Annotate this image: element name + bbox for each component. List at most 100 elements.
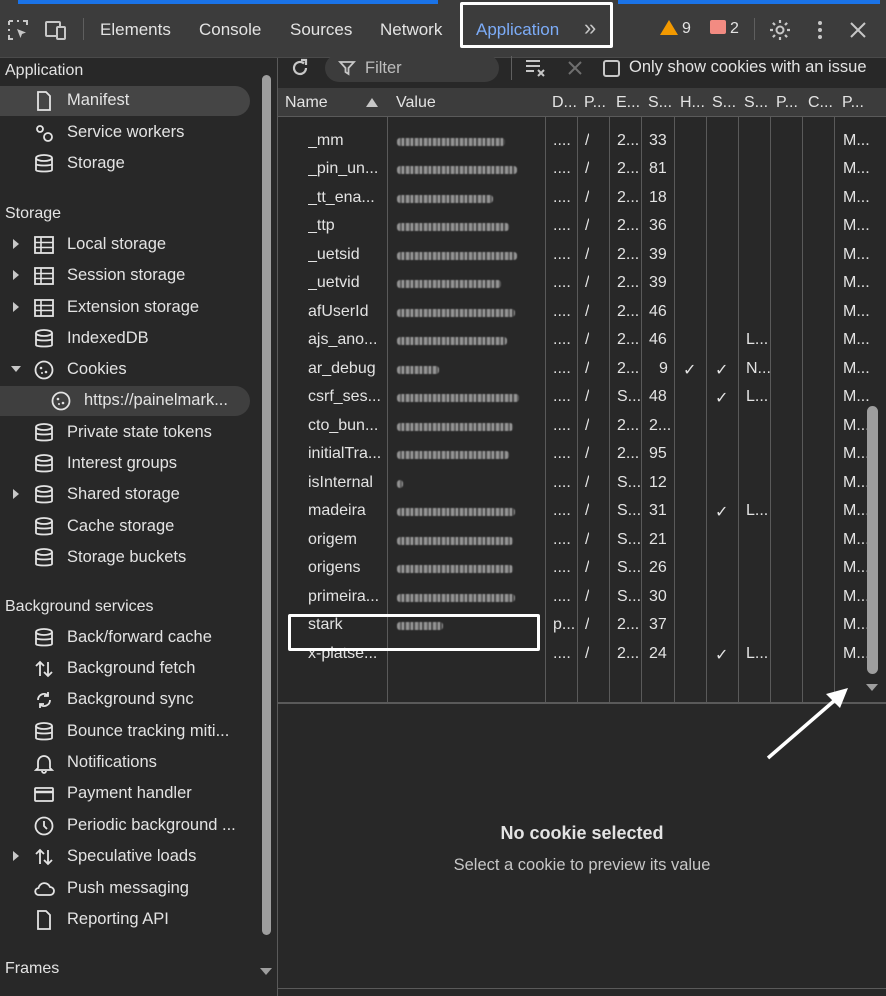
cell-priority: M... <box>843 416 870 434</box>
table-row[interactable]: cto_bun....... / 2... 2... M... <box>278 412 886 441</box>
sidebar-item-session-storage[interactable]: Session storage <box>0 261 250 291</box>
table-row[interactable]: origens.... / S... 26 M... <box>278 554 886 583</box>
sidebar-item-periodic-background-sync[interactable]: Periodic background ... <box>0 811 250 841</box>
sidebar-item-private-state-tokens[interactable]: Private state tokens <box>0 418 250 448</box>
expand-arrow-icon[interactable] <box>13 851 19 861</box>
header-size[interactable]: S... <box>648 94 672 112</box>
sidebar-scrollbar-thumb[interactable] <box>262 75 271 935</box>
table-row[interactable]: csrf_ses....... / S... 48 ✓ L... M... <box>278 383 886 412</box>
cell-expires: 2... <box>617 274 640 291</box>
more-options-icon[interactable] <box>808 18 832 42</box>
sidebar-item-service-workers[interactable]: Service workers <box>0 118 250 148</box>
cell-samesite: L... <box>746 644 769 662</box>
refresh-icon[interactable] <box>289 57 311 79</box>
table-row[interactable]: _uetvid.... / 2... 39 M... <box>278 269 886 298</box>
only-issues-checkbox[interactable] <box>603 60 620 77</box>
document-icon <box>37 91 51 111</box>
table-row[interactable]: isInternal.... / S... 12 M... <box>278 469 886 498</box>
table-row[interactable]: _ttp.... / 2... 36 M... <box>278 212 886 241</box>
credit-card-icon <box>34 787 54 802</box>
close-devtools-icon[interactable] <box>846 18 870 42</box>
sidebar-item-background-fetch[interactable]: Background fetch <box>0 654 250 684</box>
cell-priority: M... <box>843 245 870 263</box>
header-secure[interactable]: S... <box>712 94 736 112</box>
table-scroll-down-icon[interactable] <box>866 684 878 691</box>
sidebar-item-interest-groups[interactable]: Interest groups <box>0 449 250 479</box>
collapse-arrow-icon[interactable] <box>11 366 21 372</box>
cell-value-redacted <box>397 422 513 431</box>
sidebar-item-notifications[interactable]: Notifications <box>0 748 250 778</box>
cell-expires: S... <box>617 559 642 576</box>
sidebar-item-reporting-api[interactable]: Reporting API <box>0 905 250 935</box>
errors-badge[interactable]: 2 <box>710 20 739 38</box>
header-domain[interactable]: D... <box>552 94 577 112</box>
sidebar-item-cache-storage[interactable]: Cache storage <box>0 512 250 542</box>
sidebar-item-extension-storage[interactable]: Extension storage <box>0 293 250 323</box>
sidebar-item-speculative-loads[interactable]: Speculative loads <box>0 842 250 872</box>
cell-value-redacted <box>397 280 501 288</box>
sidebar-item-storage[interactable]: Storage <box>0 149 250 179</box>
database-icon <box>35 423 53 442</box>
cell-priority: M... <box>843 359 870 377</box>
cell-expires: S... <box>617 530 642 548</box>
sidebar-item-payment-handler[interactable]: Payment handler <box>0 779 250 809</box>
database-icon <box>35 454 53 473</box>
table-row[interactable]: ajs_ano....... / 2... 46 L... M... <box>278 326 886 355</box>
table-row[interactable]: _tt_ena....... / 2... 18 M... <box>278 184 886 213</box>
sidebar-item-local-storage[interactable]: Local storage <box>0 230 250 260</box>
cell-priority: M... <box>843 587 870 605</box>
sidebar-item-push-messaging[interactable]: Push messaging <box>0 874 250 904</box>
header-value[interactable]: Value <box>396 94 436 112</box>
header-httponly[interactable]: H... <box>680 94 705 112</box>
tab-console[interactable]: Console <box>199 20 261 40</box>
header-path[interactable]: P... <box>584 94 606 112</box>
cell-expires: 2... <box>617 359 640 377</box>
tab-sources[interactable]: Sources <box>290 20 352 40</box>
table-row[interactable]: _uetsid.... / 2... 39 M... <box>278 241 886 270</box>
header-name[interactable]: Name <box>285 94 328 112</box>
sidebar-item-cookies[interactable]: Cookies <box>0 355 250 385</box>
settings-gear-icon[interactable] <box>768 18 792 42</box>
cell-domain: p... <box>553 616 576 633</box>
expand-arrow-icon[interactable] <box>13 302 19 312</box>
expand-arrow-icon[interactable] <box>13 239 19 249</box>
table-scrollbar-thumb[interactable] <box>867 406 878 674</box>
tab-elements[interactable]: Elements <box>100 20 171 40</box>
header-priority[interactable]: P... <box>842 94 864 112</box>
delete-selected-icon[interactable] <box>566 59 584 77</box>
cell-domain: .... <box>553 587 571 605</box>
warnings-badge[interactable]: 9 <box>660 20 691 38</box>
sidebar-item-manifest[interactable]: Manifest <box>0 86 250 116</box>
table-row[interactable]: origem.... / S... 21 M... <box>278 526 886 555</box>
sidebar-scroll-down-icon[interactable] <box>260 968 272 975</box>
cell-size: 30 <box>649 587 667 605</box>
expand-arrow-icon[interactable] <box>13 270 19 280</box>
header-samesite[interactable]: S... <box>744 94 768 112</box>
tab-network[interactable]: Network <box>380 20 442 40</box>
sidebar-item-indexeddb[interactable]: IndexedDB <box>0 324 250 354</box>
table-row[interactable]: madeira.... / S... 31 ✓ L... M... <box>278 497 886 526</box>
table-row[interactable]: _pin_un....... / 2... 81 M... <box>278 155 886 184</box>
inspect-element-icon[interactable] <box>6 18 30 42</box>
cell-path: / <box>585 559 590 576</box>
cell-httponly: ✓ <box>683 361 697 379</box>
sidebar-item-back-forward-cache[interactable]: Back/forward cache <box>0 623 250 653</box>
device-toolbar-icon[interactable] <box>44 18 68 42</box>
sidebar-item-background-sync[interactable]: Background sync <box>0 685 250 715</box>
clear-all-icon[interactable] <box>524 58 548 78</box>
cell-expires: 2... <box>617 416 640 434</box>
header-expires[interactable]: E... <box>616 94 640 112</box>
table-row[interactable]: _mm.... / 2... 33 M... <box>278 127 886 156</box>
header-partition-key[interactable]: P... <box>776 94 798 112</box>
table-row[interactable]: afUserId.... / 2... 46 M... <box>278 298 886 327</box>
sidebar-item-storage-buckets[interactable]: Storage buckets <box>0 543 250 573</box>
sidebar-item-bounce-tracking[interactable]: Bounce tracking miti... <box>0 717 250 747</box>
table-row[interactable]: initialTra....... / 2... 95 M... <box>278 440 886 469</box>
sidebar-item-label: Notifications <box>67 753 157 771</box>
sidebar-item-shared-storage[interactable]: Shared storage <box>0 480 250 510</box>
table-row[interactable]: primeira....... / S... 30 M... <box>278 583 886 612</box>
expand-arrow-icon[interactable] <box>13 489 19 499</box>
sidebar-item-cookie-origin[interactable]: https://painelmark... <box>0 386 250 416</box>
table-row[interactable]: ar_debug.... / 2... 9 ✓ ✓ N... M... <box>278 355 886 384</box>
header-cross-site[interactable]: C... <box>808 94 833 112</box>
